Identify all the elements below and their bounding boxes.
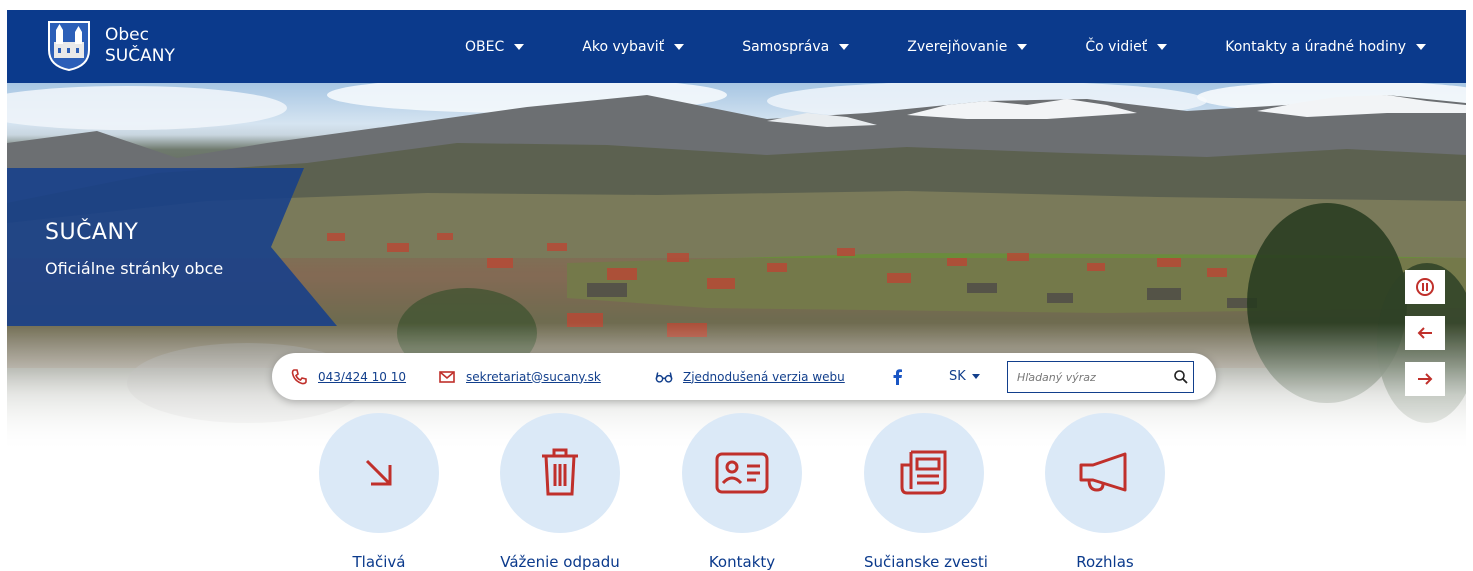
arrow-down-right-icon bbox=[365, 459, 392, 486]
nav-item-label: Kontakty a úradné hodiny bbox=[1225, 38, 1406, 55]
tile-circle bbox=[682, 413, 802, 533]
quick-link-kontakty[interactable]: Kontakty bbox=[682, 413, 802, 571]
simplified-version-link[interactable]: Zjednodušená verzia webu bbox=[683, 370, 845, 384]
brand-line-2: SUČANY bbox=[105, 46, 175, 66]
main-navbar: Obec SUČANY OBEC Ako vybaviť Samospráva … bbox=[7, 10, 1466, 83]
simplified-version: Zjednodušená verzia webu bbox=[655, 353, 845, 400]
email-contact: sekretariat@sucany.sk bbox=[438, 353, 601, 400]
brand-line-1: Obec bbox=[105, 25, 149, 45]
nav-item-label: Zverejňovanie bbox=[907, 38, 1008, 55]
nav-item-obec[interactable]: OBEC bbox=[465, 38, 525, 55]
search-box bbox=[1007, 361, 1194, 393]
arrow-right-icon bbox=[1418, 373, 1433, 385]
trash-icon bbox=[542, 448, 578, 496]
nav-item-kontakty[interactable]: Kontakty a úradné hodiny bbox=[1225, 39, 1426, 55]
brand-name: Obec SUČANY bbox=[105, 25, 175, 67]
contact-card-icon bbox=[715, 452, 769, 494]
top-strip bbox=[0, 0, 1473, 10]
nav-item-samosprava[interactable]: Samospráva bbox=[742, 38, 850, 55]
tile-label: Váženie odpadu bbox=[500, 553, 620, 571]
phone-icon bbox=[291, 368, 307, 384]
nav-item-zverejnovanie[interactable]: Zverejňovanie bbox=[907, 38, 1028, 55]
chevron-down-icon bbox=[514, 43, 525, 50]
slider-pause-button[interactable] bbox=[1405, 270, 1445, 304]
envelope-icon bbox=[439, 370, 455, 383]
tile-circle bbox=[500, 413, 620, 533]
tile-label: Sučianske zvesti bbox=[864, 553, 988, 571]
chevron-down-icon bbox=[674, 43, 685, 50]
phone-link[interactable]: 043/424 10 10 bbox=[318, 370, 406, 384]
nav-item-label: Ako vybaviť bbox=[582, 38, 665, 55]
hero-subtitle: Oficiálne stránky obce bbox=[45, 259, 224, 278]
nav-item-co-vidiet[interactable]: Čo vidieť bbox=[1085, 38, 1168, 55]
chevron-down-icon bbox=[971, 374, 980, 379]
arrow-left-icon bbox=[1417, 327, 1432, 339]
nav-item-label: Samospráva bbox=[742, 38, 830, 55]
megaphone-icon bbox=[1079, 452, 1127, 492]
chevron-down-icon bbox=[1416, 43, 1426, 50]
chevron-down-icon bbox=[839, 43, 850, 50]
phone-contact: 043/424 10 10 bbox=[290, 353, 406, 400]
hero-title: SUČANY bbox=[45, 220, 139, 245]
tile-circle bbox=[319, 413, 439, 533]
quick-link-vazenie-odpadu[interactable]: Váženie odpadu bbox=[500, 413, 620, 571]
email-link[interactable]: sekretariat@sucany.sk bbox=[466, 370, 601, 384]
language-selector: SK bbox=[949, 369, 980, 384]
tile-circle bbox=[1045, 413, 1165, 533]
nav-item-ako-vybavit[interactable]: Ako vybaviť bbox=[582, 38, 685, 55]
search-input[interactable] bbox=[1017, 363, 1167, 391]
facebook-icon bbox=[893, 368, 902, 385]
home-logo-link[interactable]: Obec SUČANY bbox=[47, 16, 175, 76]
pause-icon bbox=[1416, 278, 1434, 296]
slider-next-button[interactable] bbox=[1405, 362, 1445, 396]
nav-item-label: OBEC bbox=[465, 38, 505, 55]
glasses-icon bbox=[655, 371, 673, 383]
slider-prev-button[interactable] bbox=[1405, 316, 1445, 350]
coat-of-arms-icon bbox=[48, 21, 90, 72]
chevron-down-icon bbox=[1157, 43, 1168, 50]
quick-link-sucianske-zvesti[interactable]: Sučianske zvesti bbox=[864, 413, 988, 571]
language-current: SK bbox=[949, 369, 966, 384]
main-menu: OBEC Ako vybaviť Samospráva Zverejňovani… bbox=[465, 10, 1426, 83]
tile-label: Kontakty bbox=[708, 553, 776, 571]
language-switcher[interactable]: SK bbox=[949, 353, 980, 400]
tile-circle bbox=[864, 413, 984, 533]
nav-item-label: Čo vidieť bbox=[1085, 38, 1148, 55]
facebook-link[interactable] bbox=[889, 353, 907, 400]
newspaper-icon bbox=[900, 450, 947, 495]
quick-link-tlaciva[interactable]: Tlačivá bbox=[319, 413, 439, 571]
quick-link-rozhlas[interactable]: Rozhlas bbox=[1045, 413, 1165, 571]
tile-label: Tlačivá bbox=[352, 553, 406, 571]
tile-label: Rozhlas bbox=[1076, 553, 1134, 571]
search-icon[interactable] bbox=[1173, 369, 1189, 385]
quick-info-bar: 043/424 10 10 sekretariat@sucany.sk Zjed… bbox=[272, 353, 1216, 400]
chevron-down-icon bbox=[1017, 43, 1028, 50]
